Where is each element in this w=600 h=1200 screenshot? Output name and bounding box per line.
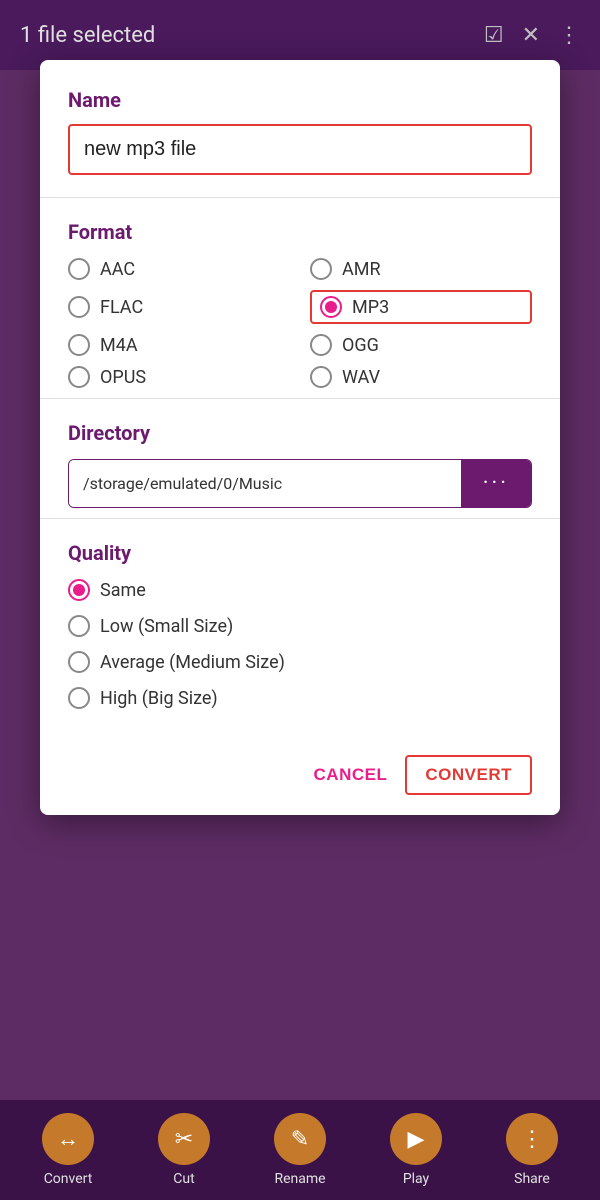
format-m4a-label: M4A [100, 335, 138, 356]
format-mp3-label: MP3 [352, 297, 389, 318]
quality-option-low[interactable]: Low (Small Size) [68, 615, 532, 637]
radio-mp3[interactable] [320, 296, 342, 318]
format-wav-label: WAV [342, 367, 380, 388]
format-flac-label: FLAC [100, 297, 143, 318]
radio-aac[interactable] [68, 258, 90, 280]
play-tool-label: Play [403, 1171, 429, 1187]
divider-1 [40, 197, 560, 198]
quality-list: Same Low (Small Size) Average (Medium Si… [68, 579, 532, 709]
convert-tool-icon: ↔ [42, 1113, 94, 1165]
cancel-button[interactable]: CANCEL [314, 765, 388, 785]
name-label: Name [68, 88, 532, 112]
close-icon[interactable]: ✕ [522, 23, 540, 48]
quality-low-label: Low (Small Size) [100, 616, 233, 637]
radio-flac[interactable] [68, 296, 90, 318]
bottom-toolbar: ↔ Convert ✂ Cut ✎ Rename ▶ Play ⋮ Share [0, 1100, 600, 1200]
format-amr-label: AMR [342, 259, 381, 280]
selection-title: 1 file selected [20, 23, 155, 48]
format-option-ogg[interactable]: OGG [310, 334, 532, 356]
browse-dots: ··· [483, 471, 509, 496]
directory-label: Directory [68, 421, 532, 445]
format-option-aac[interactable]: AAC [68, 258, 290, 280]
tool-share[interactable]: ⋮ Share [506, 1113, 558, 1187]
cut-tool-icon: ✂ [158, 1113, 210, 1165]
top-bar-actions: ☑ ✕ ⋮ [484, 23, 580, 48]
format-option-flac[interactable]: FLAC [68, 290, 290, 324]
radio-high[interactable] [68, 687, 90, 709]
share-tool-icon: ⋮ [506, 1113, 558, 1165]
radio-ogg[interactable] [310, 334, 332, 356]
format-option-wav[interactable]: WAV [310, 366, 532, 388]
format-opus-label: OPUS [100, 367, 146, 388]
quality-label: Quality [68, 541, 532, 565]
directory-box: /storage/emulated/0/Music ··· [68, 459, 532, 508]
quality-same-label: Same [100, 580, 146, 601]
dialog-footer: CANCEL CONVERT [40, 739, 560, 815]
radio-low[interactable] [68, 615, 90, 637]
more-icon[interactable]: ⋮ [558, 23, 580, 48]
convert-button[interactable]: CONVERT [405, 755, 532, 795]
directory-path: /storage/emulated/0/Music [69, 460, 461, 507]
tool-cut[interactable]: ✂ Cut [158, 1113, 210, 1187]
divider-2 [40, 398, 560, 399]
radio-m4a[interactable] [68, 334, 90, 356]
radio-same[interactable] [68, 579, 90, 601]
quality-high-label: High (Big Size) [100, 688, 218, 709]
quality-average-label: Average (Medium Size) [100, 652, 285, 673]
convert-dialog: Name Format AAC AMR FLAC MP3 [40, 60, 560, 815]
format-option-m4a[interactable]: M4A [68, 334, 290, 356]
format-aac-label: AAC [100, 259, 135, 280]
format-option-amr[interactable]: AMR [310, 258, 532, 280]
format-grid: AAC AMR FLAC MP3 M4A OGG [68, 258, 532, 388]
radio-average[interactable] [68, 651, 90, 673]
quality-option-average[interactable]: Average (Medium Size) [68, 651, 532, 673]
radio-amr[interactable] [310, 258, 332, 280]
radio-wav[interactable] [310, 366, 332, 388]
tool-convert[interactable]: ↔ Convert [42, 1113, 94, 1187]
format-label: Format [68, 220, 532, 244]
divider-3 [40, 518, 560, 519]
tool-play[interactable]: ▶ Play [390, 1113, 442, 1187]
rename-tool-label: Rename [274, 1171, 325, 1187]
directory-browse-button[interactable]: ··· [461, 460, 531, 507]
check-icon[interactable]: ☑ [484, 23, 504, 48]
quality-option-high[interactable]: High (Big Size) [68, 687, 532, 709]
tool-rename[interactable]: ✎ Rename [274, 1113, 326, 1187]
cut-tool-label: Cut [173, 1171, 194, 1187]
format-option-opus[interactable]: OPUS [68, 366, 290, 388]
radio-opus[interactable] [68, 366, 90, 388]
rename-tool-icon: ✎ [274, 1113, 326, 1165]
play-tool-icon: ▶ [390, 1113, 442, 1165]
dialog-content: Name Format AAC AMR FLAC MP3 [40, 60, 560, 739]
format-option-mp3[interactable]: MP3 [310, 290, 532, 324]
convert-tool-label: Convert [44, 1171, 93, 1187]
share-tool-label: Share [514, 1171, 550, 1187]
name-input[interactable] [68, 124, 532, 175]
quality-option-same[interactable]: Same [68, 579, 532, 601]
format-ogg-label: OGG [342, 335, 379, 356]
